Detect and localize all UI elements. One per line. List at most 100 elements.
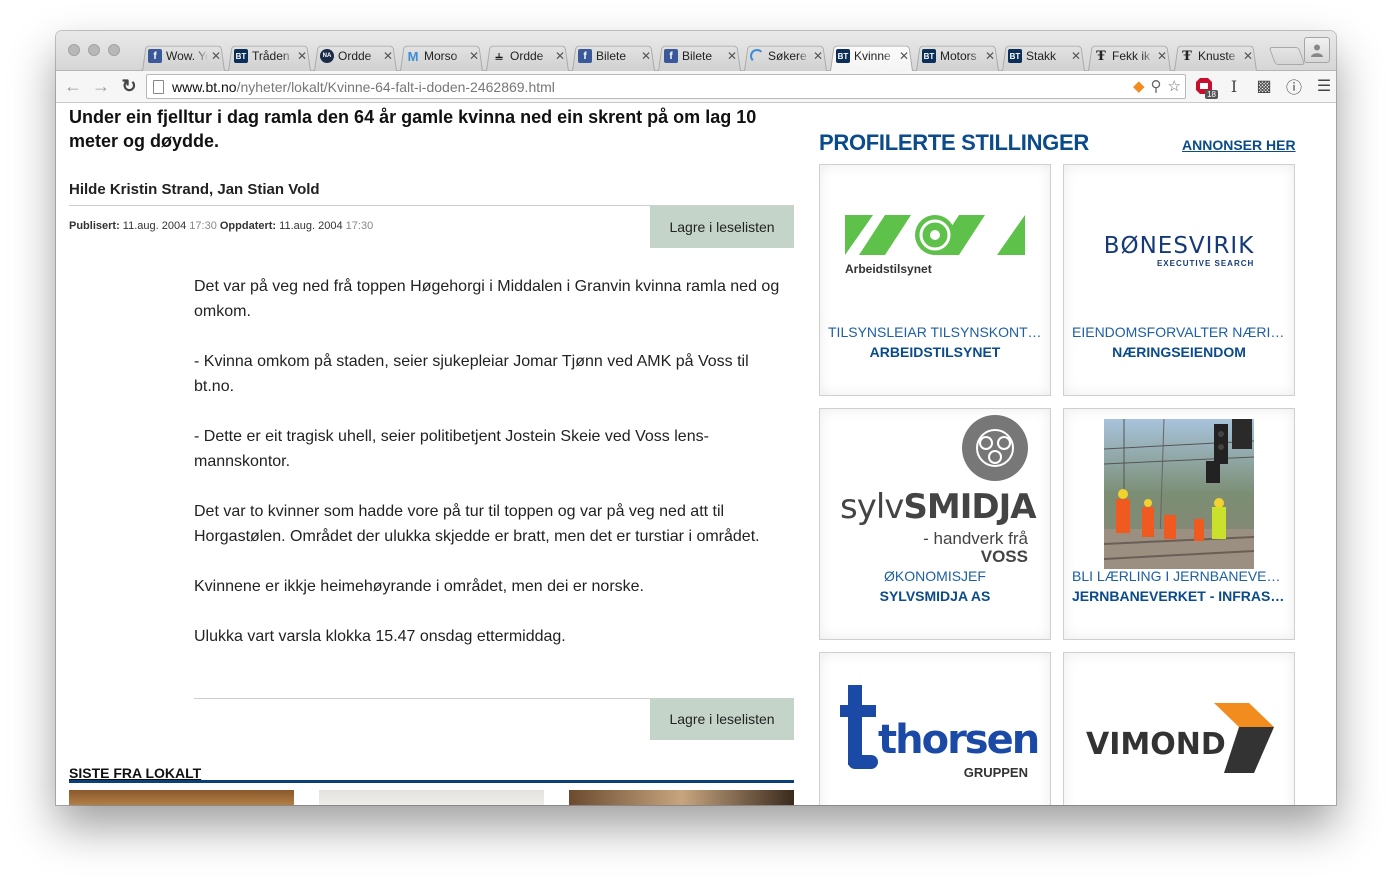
new-tab-button[interactable] [1268, 47, 1306, 65]
sylvsmidja-tagline: - handverk frå [923, 529, 1028, 548]
tab-title: Bilete [682, 49, 713, 63]
bt-icon: BT [922, 49, 936, 63]
thorsen-t-icon [840, 685, 878, 769]
save-to-reading-list-button[interactable]: Lagre i leselisten [650, 206, 794, 248]
close-tab-icon[interactable]: ✕ [1243, 49, 1253, 63]
browser-tab[interactable]: f Bilete ✕ [656, 41, 743, 71]
close-tab-icon[interactable]: ✕ [1071, 49, 1081, 63]
extension-diamond-icon[interactable]: ◆ [1133, 77, 1145, 95]
browser-tab[interactable]: BT Kvinne ✕ [828, 41, 915, 71]
job-company: ARBEIDSTILSYNET [869, 344, 1001, 360]
browser-tab[interactable]: Ŧ Knuste ✕ [1172, 41, 1259, 71]
browser-tab[interactable]: BT Motors ✕ [914, 41, 1001, 71]
menu-button[interactable]: ☰ [1314, 75, 1334, 97]
close-tab-icon[interactable]: ✕ [555, 49, 565, 63]
facebook-icon: f [664, 49, 678, 63]
job-card[interactable]: VIMOND [1063, 652, 1295, 805]
job-role: ØKONOMISJEF [884, 568, 986, 584]
job-company: JERNBANEVERKET - INFRASTRUKTUR [1072, 588, 1286, 604]
browser-tab[interactable]: NA Ordde ✕ [312, 41, 399, 71]
close-tab-icon[interactable]: ✕ [813, 49, 823, 63]
arbeidstilsynet-logo: Arbeidstilsynet [840, 175, 1030, 325]
close-tab-icon[interactable]: ✕ [1157, 49, 1167, 63]
zoom-icon[interactable]: ⚲ [1151, 77, 1162, 95]
back-button[interactable]: ← [62, 75, 84, 97]
browser-tab[interactable]: f Wow. Yo ✕ [140, 41, 227, 71]
related-article-thumbnail[interactable] [69, 790, 294, 805]
omnibox-icons: ◆ ⚲ ☆ [1133, 77, 1181, 95]
forward-button[interactable]: → [90, 75, 112, 97]
job-company: NÆRINGSEIENDOM [1112, 344, 1246, 360]
close-tab-icon[interactable]: ✕ [383, 49, 393, 63]
camera-extension[interactable]: ▩ [1254, 75, 1274, 97]
bonesvirik-tagline: EXECUTIVE SEARCH [1156, 258, 1255, 268]
info-extension[interactable]: ⓘ [1284, 75, 1304, 97]
article-body: Det var på veg ned frå toppen Høgehorgi … [194, 274, 792, 674]
close-tab-icon[interactable]: ✕ [727, 49, 737, 63]
bt-icon: BT [234, 49, 248, 63]
arrow-left-icon: ← [64, 75, 82, 96]
sylvsmidja-place: VOSS [980, 547, 1028, 566]
vimond-logo: VIMOND [1084, 703, 1274, 783]
browser-tab[interactable]: BT Stakk ✕ [1000, 41, 1087, 71]
close-tab-icon[interactable]: ✕ [469, 49, 479, 63]
close-tab-icon[interactable]: ✕ [297, 49, 307, 63]
job-role: EIENDOMSFORVALTER NÆRINGSEIENDOM [1072, 324, 1286, 340]
published-date: 11.aug. 2004 [122, 220, 187, 232]
close-tab-icon[interactable]: ✕ [899, 49, 909, 63]
browser-tab[interactable]: M Morso ✕ [398, 41, 485, 71]
close-tab-icon[interactable]: ✕ [641, 49, 651, 63]
profile-button[interactable] [1304, 37, 1330, 63]
tab-title: Ordde [338, 49, 372, 63]
page-icon [153, 79, 164, 94]
job-card[interactable]: Arbeidstilsynet TILSYNSLEIAR TILSYNSKONT… [819, 164, 1051, 396]
browser-window: f Wow. Yo ✕ BT Tråden ✕ NA Ordde ✕ M Morso ✕ ⫨ Ordde ✕… [56, 31, 1336, 805]
advertise-link[interactable]: ANNONSER HER [1182, 137, 1296, 153]
job-card[interactable]: thorsen GRUPPEN [819, 652, 1051, 805]
section-title-local[interactable]: SISTE FRA LOKALT [69, 765, 794, 783]
extension-badge: 18 [1205, 90, 1218, 99]
browser-tab[interactable]: BT Tråden ✕ [226, 41, 313, 71]
adblock-extension[interactable]: 18 [1194, 75, 1218, 99]
browser-tab[interactable]: Ŧ Fekk ik ✕ [1086, 41, 1173, 71]
close-tab-icon[interactable]: ✕ [985, 49, 995, 63]
save-to-reading-list-button-bottom[interactable]: Lagre i leselisten [650, 698, 794, 740]
tab-title: Fekk ik [1112, 49, 1151, 63]
tab-title: Wow. Yo [166, 49, 208, 63]
job-card[interactable]: sylvSMIDJA - handverk frå VOSS ØKONOMISJ… [819, 408, 1051, 640]
na-icon: NA [320, 49, 334, 63]
job-role: TILSYNSLEIAR TILSYNSKONTOR [828, 324, 1042, 340]
close-tab-icon[interactable]: ✕ [211, 49, 221, 63]
browser-tab[interactable]: f Bilete ✕ [570, 41, 657, 71]
zoom-window-button[interactable] [108, 44, 120, 56]
browser-tab[interactable]: ⫨ Ordde ✕ [484, 41, 571, 71]
bonesvirik-logo: BØNESVIRIK EXECUTIVE SEARCH [1084, 175, 1274, 325]
tab-title: Knuste [1198, 49, 1236, 63]
job-card[interactable]: BLI LÆRLING I JERNBANEVERKET JERNBANEVER… [1063, 408, 1295, 640]
minimize-window-button[interactable] [88, 44, 100, 56]
bt-icon: BT [836, 49, 850, 63]
related-article-thumbnail[interactable] [319, 790, 544, 805]
updated-time: 17:30 [345, 220, 374, 232]
job-card[interactable]: BØNESVIRIK EXECUTIVE SEARCH EIENDOMSFORV… [1063, 164, 1295, 396]
camera-icon: ▩ [1256, 78, 1272, 95]
url-domain: www.bt.no [172, 78, 237, 95]
related-article-thumbnail[interactable] [569, 790, 794, 805]
arrow-right-icon: → [92, 75, 110, 96]
fj-icon: Ŧ [1182, 48, 1192, 64]
address-bar[interactable]: www.bt.no/nyheter/lokalt/Kvinne-64-falt-… [146, 74, 1186, 99]
sylvsmidja-logo: sylvSMIDJA - handverk frå VOSS [840, 415, 1037, 575]
close-window-button[interactable] [68, 44, 80, 56]
extension-icons: 18 I ▩ ⓘ ☰ [1194, 75, 1334, 99]
related-thumbnails [69, 790, 794, 805]
telenor-icon: ⫨ [495, 48, 503, 63]
bookmark-star-icon[interactable]: ☆ [1168, 77, 1181, 95]
jernbaneverket-photo [1084, 419, 1274, 569]
reload-button[interactable]: ↻ [118, 75, 140, 97]
updated-date: 11.aug. 2004 [279, 220, 343, 232]
text-cursor-extension[interactable]: I [1224, 75, 1244, 97]
article-meta: Publisert: 11.aug. 2004 17:30 Oppdatert:… [69, 220, 373, 232]
thorsen-logo: thorsen GRUPPEN [840, 677, 1040, 797]
browser-tab[interactable]: Søkere ✕ [742, 41, 829, 71]
updated-label: Oppdatert: [219, 220, 277, 232]
